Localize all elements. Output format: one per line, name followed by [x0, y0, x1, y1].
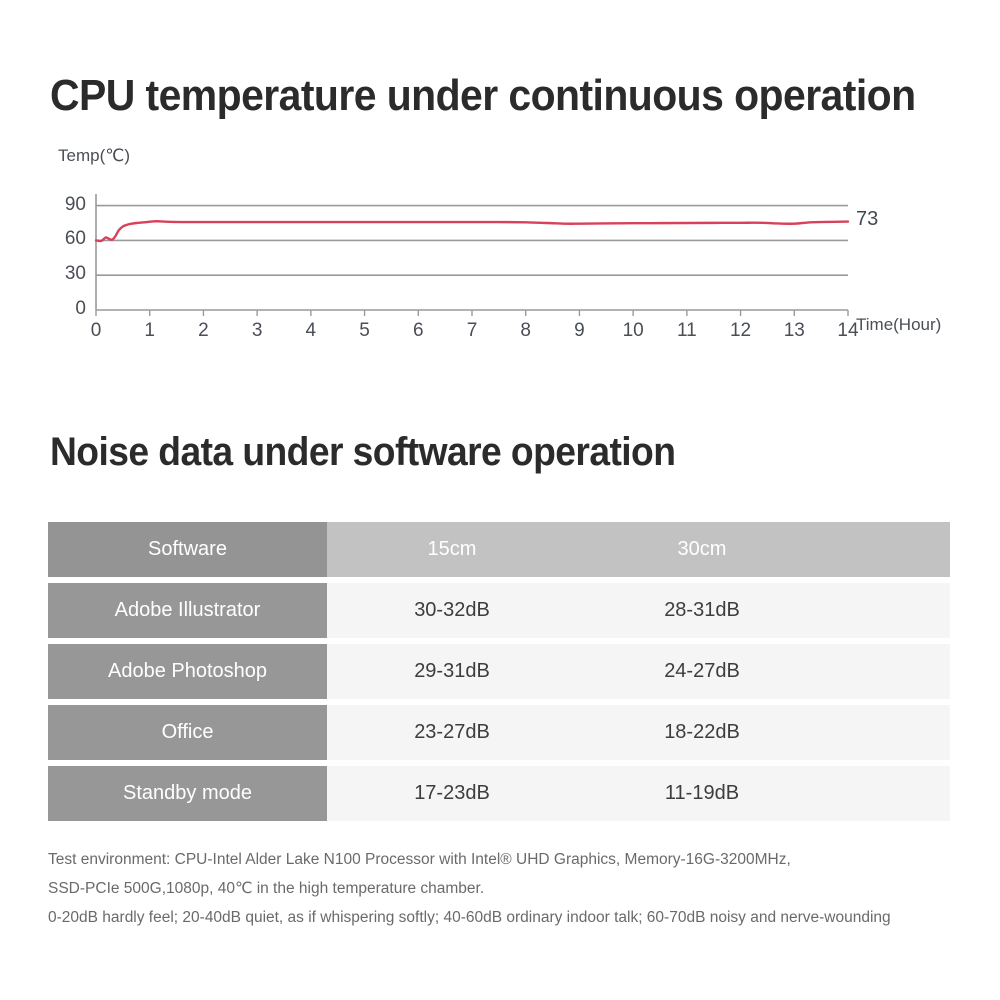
- table-cell-spacer: [827, 644, 950, 699]
- footnote-line-2: SSD-PCIe 500G,1080p, 40℃ in the high tem…: [48, 880, 485, 897]
- chart-x-axis-label: Time(Hour): [856, 315, 942, 334]
- table-cell-30cm: 28-31dB: [577, 583, 827, 638]
- table-cell-software: Adobe Illustrator: [48, 583, 327, 638]
- chart-series-line: [94, 220, 850, 243]
- chart-section-title: CPU temperature under continuous operati…: [50, 71, 916, 120]
- table-cell-15cm: 17-23dB: [327, 766, 577, 821]
- table-row: Adobe Photoshop 29-31dB 24-27dB: [48, 644, 950, 699]
- chart-x-tick-label: 13: [783, 320, 805, 341]
- table-row: Standby mode 17-23dB 11-19dB: [48, 766, 950, 821]
- table-header-30cm: 30cm: [577, 522, 827, 577]
- chart-x-tick-label: 5: [359, 320, 370, 341]
- chart-y-tick-label: 60: [64, 228, 86, 250]
- table-header-15cm: 15cm: [327, 522, 577, 577]
- chart-x-tick-label: 3: [251, 320, 263, 341]
- chart-x-tick-marks: [95, 310, 849, 316]
- chart-y-tick-label: 0: [75, 298, 86, 319]
- table-cell-30cm: 18-22dB: [577, 705, 827, 760]
- chart-y-tick-label: 30: [64, 263, 86, 285]
- chart-x-tick-label: 4: [305, 320, 317, 341]
- chart-x-tick-label: 6: [412, 320, 424, 341]
- noise-table-body: Adobe Illustrator 30-32dB 28-31dB Adobe Ph…: [48, 583, 950, 821]
- table-cell-spacer: [827, 705, 950, 760]
- table-header-software: Software: [48, 522, 327, 577]
- table-header-spacer: [827, 522, 950, 577]
- table-cell-software: Standby mode: [48, 766, 327, 821]
- cpu-temperature-chart: Temp(℃) 0 30 60 90 0 1 2 3 4 5 6 7 8 9 10 11 12 13 14 73 …: [0, 140, 1000, 350]
- chart-x-tick-label: 8: [520, 320, 531, 341]
- chart-plot-area: [94, 194, 850, 316]
- table-cell-software: Adobe Photoshop: [48, 644, 327, 699]
- table-cell-15cm: 23-27dB: [327, 705, 577, 760]
- footnote-block: Test environment: CPU-Intel Alder Lake N…: [48, 845, 968, 932]
- chart-x-tick-label: 0: [90, 320, 102, 341]
- chart-x-tick-label: 10: [622, 320, 644, 341]
- table-cell-software: Office: [48, 705, 327, 760]
- chart-endpoint-value-label: 73: [856, 207, 879, 230]
- table-header-row: Software 15cm 30cm: [48, 522, 950, 577]
- chart-y-tick-label: 90: [64, 193, 86, 215]
- table-cell-spacer: [827, 583, 950, 638]
- footnote-line-3: 0-20dB hardly feel; 20-40dB quiet, as if…: [48, 909, 891, 926]
- table-cell-30cm: 24-27dB: [577, 644, 827, 699]
- table-cell-15cm: 30-32dB: [327, 583, 577, 638]
- table-row: Office 23-27dB 18-22dB: [48, 705, 950, 760]
- table-cell-30cm: 11-19dB: [577, 766, 827, 821]
- chart-x-tick-label: 2: [198, 320, 209, 341]
- chart-x-tick-label: 9: [574, 320, 585, 341]
- table-cell-15cm: 29-31dB: [327, 644, 577, 699]
- chart-x-tick-label: 1: [144, 320, 155, 341]
- table-section-title: Noise data under software operation: [50, 430, 676, 474]
- chart-x-tick-label: 7: [466, 320, 478, 341]
- chart-x-tick-label: 12: [729, 320, 752, 341]
- footnote-line-1: Test environment: CPU-Intel Alder Lake N…: [48, 851, 791, 868]
- noise-data-table: Software 15cm 30cm Adobe Illustrator 30-3…: [48, 516, 950, 827]
- chart-x-tick-label: 11: [676, 320, 697, 341]
- table-row: Adobe Illustrator 30-32dB 28-31dB: [48, 583, 950, 638]
- table-cell-spacer: [827, 766, 950, 821]
